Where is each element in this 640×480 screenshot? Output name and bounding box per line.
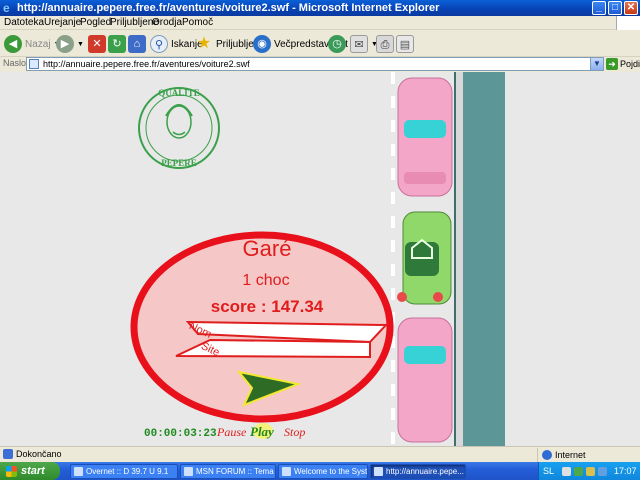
clock: 17:07 [614, 466, 637, 476]
back-arrow-icon: ◀ [4, 35, 22, 53]
green-player-car [397, 211, 452, 305]
address-dropdown-button[interactable]: ▼ [590, 57, 604, 71]
start-button[interactable]: start [0, 462, 60, 480]
menu-file[interactable]: Datoteka [4, 17, 44, 28]
chevron-down-icon: ▼ [77, 40, 84, 48]
minimize-button[interactable]: _ [592, 1, 606, 15]
home-button[interactable]: ⌂ [128, 34, 149, 54]
ie-icon: e [3, 1, 10, 15]
result-title: Garé [243, 236, 292, 261]
language-indicator[interactable]: SL [543, 466, 554, 476]
media-icon: ◉ [253, 35, 271, 53]
start-label: start [21, 465, 45, 477]
task-label: http://annuaire.pepe... [386, 467, 464, 476]
refresh-button[interactable]: ↻ [108, 34, 129, 54]
printer-icon: ⎙ [376, 35, 394, 53]
go-arrow-icon: ➜ [606, 58, 618, 70]
refresh-icon: ↻ [108, 35, 126, 53]
task-label: Welcome to the Syst... [294, 467, 368, 476]
security-zone: Internet [537, 448, 640, 462]
status-bar: Dokončano Internet [0, 446, 640, 462]
app-icon [282, 467, 291, 476]
zone-text: Internet [555, 450, 586, 460]
pause-button[interactable]: Pause [216, 425, 247, 439]
go-button[interactable]: ➜ Pojdi [606, 57, 640, 71]
status-text: Dokončano [16, 449, 62, 459]
flash-game-stage[interactable]: QUALITE PEPERE Garé 1 choc score : 147.3… [0, 72, 640, 446]
search-icon: ⚲ [150, 35, 168, 53]
close-button[interactable]: ✕ [624, 1, 638, 15]
task-label: MSN FORUM :: Tema ... [196, 467, 276, 476]
address-input[interactable]: http://annuaire.pepere.free.fr/aventures… [26, 57, 604, 71]
history-button[interactable]: ◷ [328, 34, 349, 54]
address-bar: Naslov http://annuaire.pepere.free.fr/av… [0, 57, 640, 71]
mail-icon: ✉ [350, 35, 368, 53]
windows-flag-icon [616, 16, 640, 30]
maximize-button[interactable]: □ [608, 1, 622, 15]
edit-page-icon: ▤ [396, 35, 414, 53]
task-welcome[interactable]: Welcome to the Syst... [278, 464, 368, 479]
app-icon [184, 467, 193, 476]
back-label: Nazaj [25, 38, 51, 50]
menu-bar: Datoteka Urejanje Pogled Priljubljene Or… [0, 16, 640, 30]
menu-tools[interactable]: Orodja [152, 17, 182, 28]
menu-view[interactable]: Pogled [80, 17, 111, 28]
pink-car-bottom [397, 317, 453, 443]
curb [455, 72, 463, 446]
logo-top-text: QUALITE [158, 88, 200, 98]
logo-bottom-text: PEPERE [161, 158, 197, 168]
globe-icon [542, 450, 552, 460]
star-icon: ★ [196, 35, 212, 52]
app-icon [74, 467, 83, 476]
stop-icon: ✕ [88, 35, 106, 53]
stop-button[interactable]: ✕ [88, 34, 109, 54]
task-overnet[interactable]: Overnet :: D 39.7 U 9.1 [70, 464, 178, 479]
result-panel: Garé 1 choc score : 147.34 Nom Site [130, 231, 394, 423]
status-left: Dokončano [3, 449, 62, 459]
task-msn-forum[interactable]: MSN FORUM :: Tema ... [180, 464, 276, 479]
home-icon: ⌂ [128, 35, 146, 53]
menu-help[interactable]: Pomoč [182, 17, 213, 28]
choc-count: 1 choc [242, 272, 289, 289]
page-icon [29, 59, 39, 69]
mail-button[interactable]: ✉ ▼ [350, 34, 378, 54]
page-done-icon [3, 449, 13, 459]
system-tray: SL 17:07 [538, 462, 640, 480]
go-label: Pojdi [620, 59, 640, 69]
tray-icon[interactable] [598, 466, 608, 476]
timer: 00:00:03:23 [144, 428, 217, 440]
msn-icon[interactable] [574, 466, 584, 476]
history-icon: ◷ [328, 35, 346, 53]
ie-icon [374, 467, 383, 476]
taskbar: start Overnet :: D 39.7 U 9.1 MSN FORUM … [0, 462, 640, 480]
forward-arrow-icon: ▶ [56, 35, 74, 53]
score-text: score : 147.34 [211, 297, 324, 316]
road-strip [463, 72, 505, 446]
edit-button[interactable]: ▤ [396, 34, 417, 54]
task-label: Overnet :: D 39.7 U 9.1 [86, 467, 169, 476]
page-content: QUALITE PEPERE Garé 1 choc score : 147.3… [0, 72, 640, 446]
network-icon[interactable] [562, 466, 572, 476]
volume-icon[interactable] [586, 466, 596, 476]
forward-button[interactable]: ▶ ▼ [56, 34, 84, 54]
address-url: http://annuaire.pepere.free.fr/aventures… [43, 59, 250, 69]
window-title: http://annuaire.pepere.free.fr/aventures… [17, 2, 440, 14]
task-ie-active[interactable]: http://annuaire.pepe... [370, 464, 466, 479]
pink-car-top [397, 77, 453, 197]
print-button[interactable]: ⎙ [376, 34, 397, 54]
stop-game-button[interactable]: Stop [284, 425, 305, 439]
back-button[interactable]: ◀ Nazaj ▼ [4, 34, 61, 54]
menu-edit[interactable]: Urejanje [44, 17, 81, 28]
title-bar: e http://annuaire.pepere.free.fr/aventur… [0, 0, 640, 16]
toolbar: ◀ Nazaj ▼ ▶ ▼ ✕ ↻ ⌂ ⚲ Iskanje ★ Priljubl… [0, 31, 640, 57]
play-button[interactable]: Play [250, 424, 274, 439]
windows-logo-icon [6, 465, 17, 477]
